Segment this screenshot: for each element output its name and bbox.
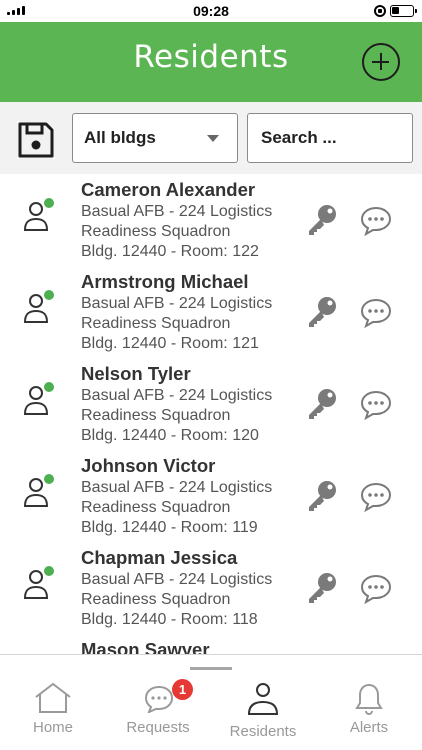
tab-residents-label: Residents — [229, 723, 297, 740]
chat-icon[interactable] — [360, 298, 392, 328]
filter-toolbar: All bldgs — [0, 102, 422, 174]
resident-base: Basual AFB - 224 Logistics — [81, 295, 273, 312]
resident-name: Chapman Jessica — [81, 547, 238, 568]
resident-squadron: Readiness Squadron — [81, 499, 231, 516]
key-icon[interactable] — [305, 295, 339, 329]
resident-room: Bldg. 12440 - Room: 121 — [81, 335, 259, 352]
resident-list: Cameron Alexander Basual AFB - 224 Logis… — [0, 174, 422, 654]
orientation-lock-icon — [374, 5, 386, 17]
person-online-icon — [23, 382, 54, 415]
resident-base: Basual AFB - 224 Logistics — [81, 479, 273, 496]
chat-icon — [144, 685, 174, 713]
resident-row[interactable]: Armstrong Michael Basual AFB - 224 Logis… — [0, 266, 422, 358]
resident-row[interactable]: Nelson Tyler Basual AFB - 224 Logistics … — [0, 358, 422, 450]
resident-squadron: Readiness Squadron — [81, 591, 231, 608]
person-online-icon — [23, 566, 54, 599]
bell-icon — [355, 683, 383, 715]
resident-row[interactable]: Cameron Alexander Basual AFB - 224 Logis… — [0, 174, 422, 266]
tab-home[interactable]: Home — [3, 655, 103, 750]
key-icon[interactable] — [305, 479, 339, 513]
tab-residents[interactable]: Residents — [213, 655, 313, 750]
resident-row[interactable]: Chapman Jessica Basual AFB - 224 Logisti… — [0, 542, 422, 634]
resident-room: Bldg. 12440 - Room: 119 — [81, 519, 258, 536]
tab-alerts[interactable]: Alerts — [319, 655, 419, 750]
resident-room: Bldg. 12440 - Room: 118 — [81, 611, 258, 628]
resident-row[interactable]: Mason Sawyer — [0, 634, 422, 654]
resident-name: Johnson Victor — [81, 455, 216, 476]
resident-room: Bldg. 12440 - Room: 120 — [81, 427, 259, 444]
chat-icon[interactable] — [360, 390, 392, 420]
resident-squadron: Readiness Squadron — [81, 407, 231, 424]
resident-squadron: Readiness Squadron — [81, 223, 231, 240]
person-online-icon — [23, 198, 54, 231]
building-select-value: All bldgs — [84, 128, 156, 147]
tab-alerts-label: Alerts — [349, 719, 389, 736]
resident-name: Mason Sawyer — [81, 639, 210, 654]
dropdown-caret-icon — [207, 135, 219, 142]
person-icon — [247, 683, 279, 715]
resident-name: Cameron Alexander — [81, 179, 256, 200]
person-online-icon — [23, 290, 54, 323]
key-icon[interactable] — [305, 387, 339, 421]
tab-bar: Home Requests 1 Residents Alerts — [0, 654, 422, 750]
status-bar: 09:28 — [0, 0, 422, 22]
resident-room: Bldg. 12440 - Room: 122 — [81, 243, 259, 260]
resident-base: Basual AFB - 224 Logistics — [81, 571, 273, 588]
status-time: 09:28 — [193, 3, 229, 19]
chat-icon[interactable] — [360, 574, 392, 604]
add-resident-button[interactable] — [362, 43, 400, 81]
page-title: Residents — [133, 39, 289, 75]
resident-name: Armstrong Michael — [81, 271, 249, 292]
resident-name: Nelson Tyler — [81, 363, 191, 384]
save-icon[interactable] — [17, 121, 55, 159]
tab-requests-label: Requests — [126, 719, 190, 736]
tab-home-label: Home — [32, 719, 73, 736]
key-icon[interactable] — [305, 571, 339, 605]
key-icon[interactable] — [305, 203, 339, 237]
home-icon — [35, 682, 71, 713]
tab-requests[interactable]: Requests — [108, 655, 208, 750]
chat-icon[interactable] — [360, 206, 392, 236]
building-select[interactable]: All bldgs — [72, 113, 238, 163]
app-header: Residents — [0, 22, 422, 102]
chat-icon[interactable] — [360, 482, 392, 512]
resident-squadron: Readiness Squadron — [81, 315, 231, 332]
resident-base: Basual AFB - 224 Logistics — [81, 203, 273, 220]
resident-row[interactable]: Johnson Victor Basual AFB - 224 Logistic… — [0, 450, 422, 542]
requests-badge: 1 — [172, 679, 193, 700]
resident-base: Basual AFB - 224 Logistics — [81, 387, 273, 404]
person-online-icon — [23, 474, 54, 507]
battery-icon — [390, 5, 417, 17]
search-input[interactable] — [247, 113, 413, 163]
